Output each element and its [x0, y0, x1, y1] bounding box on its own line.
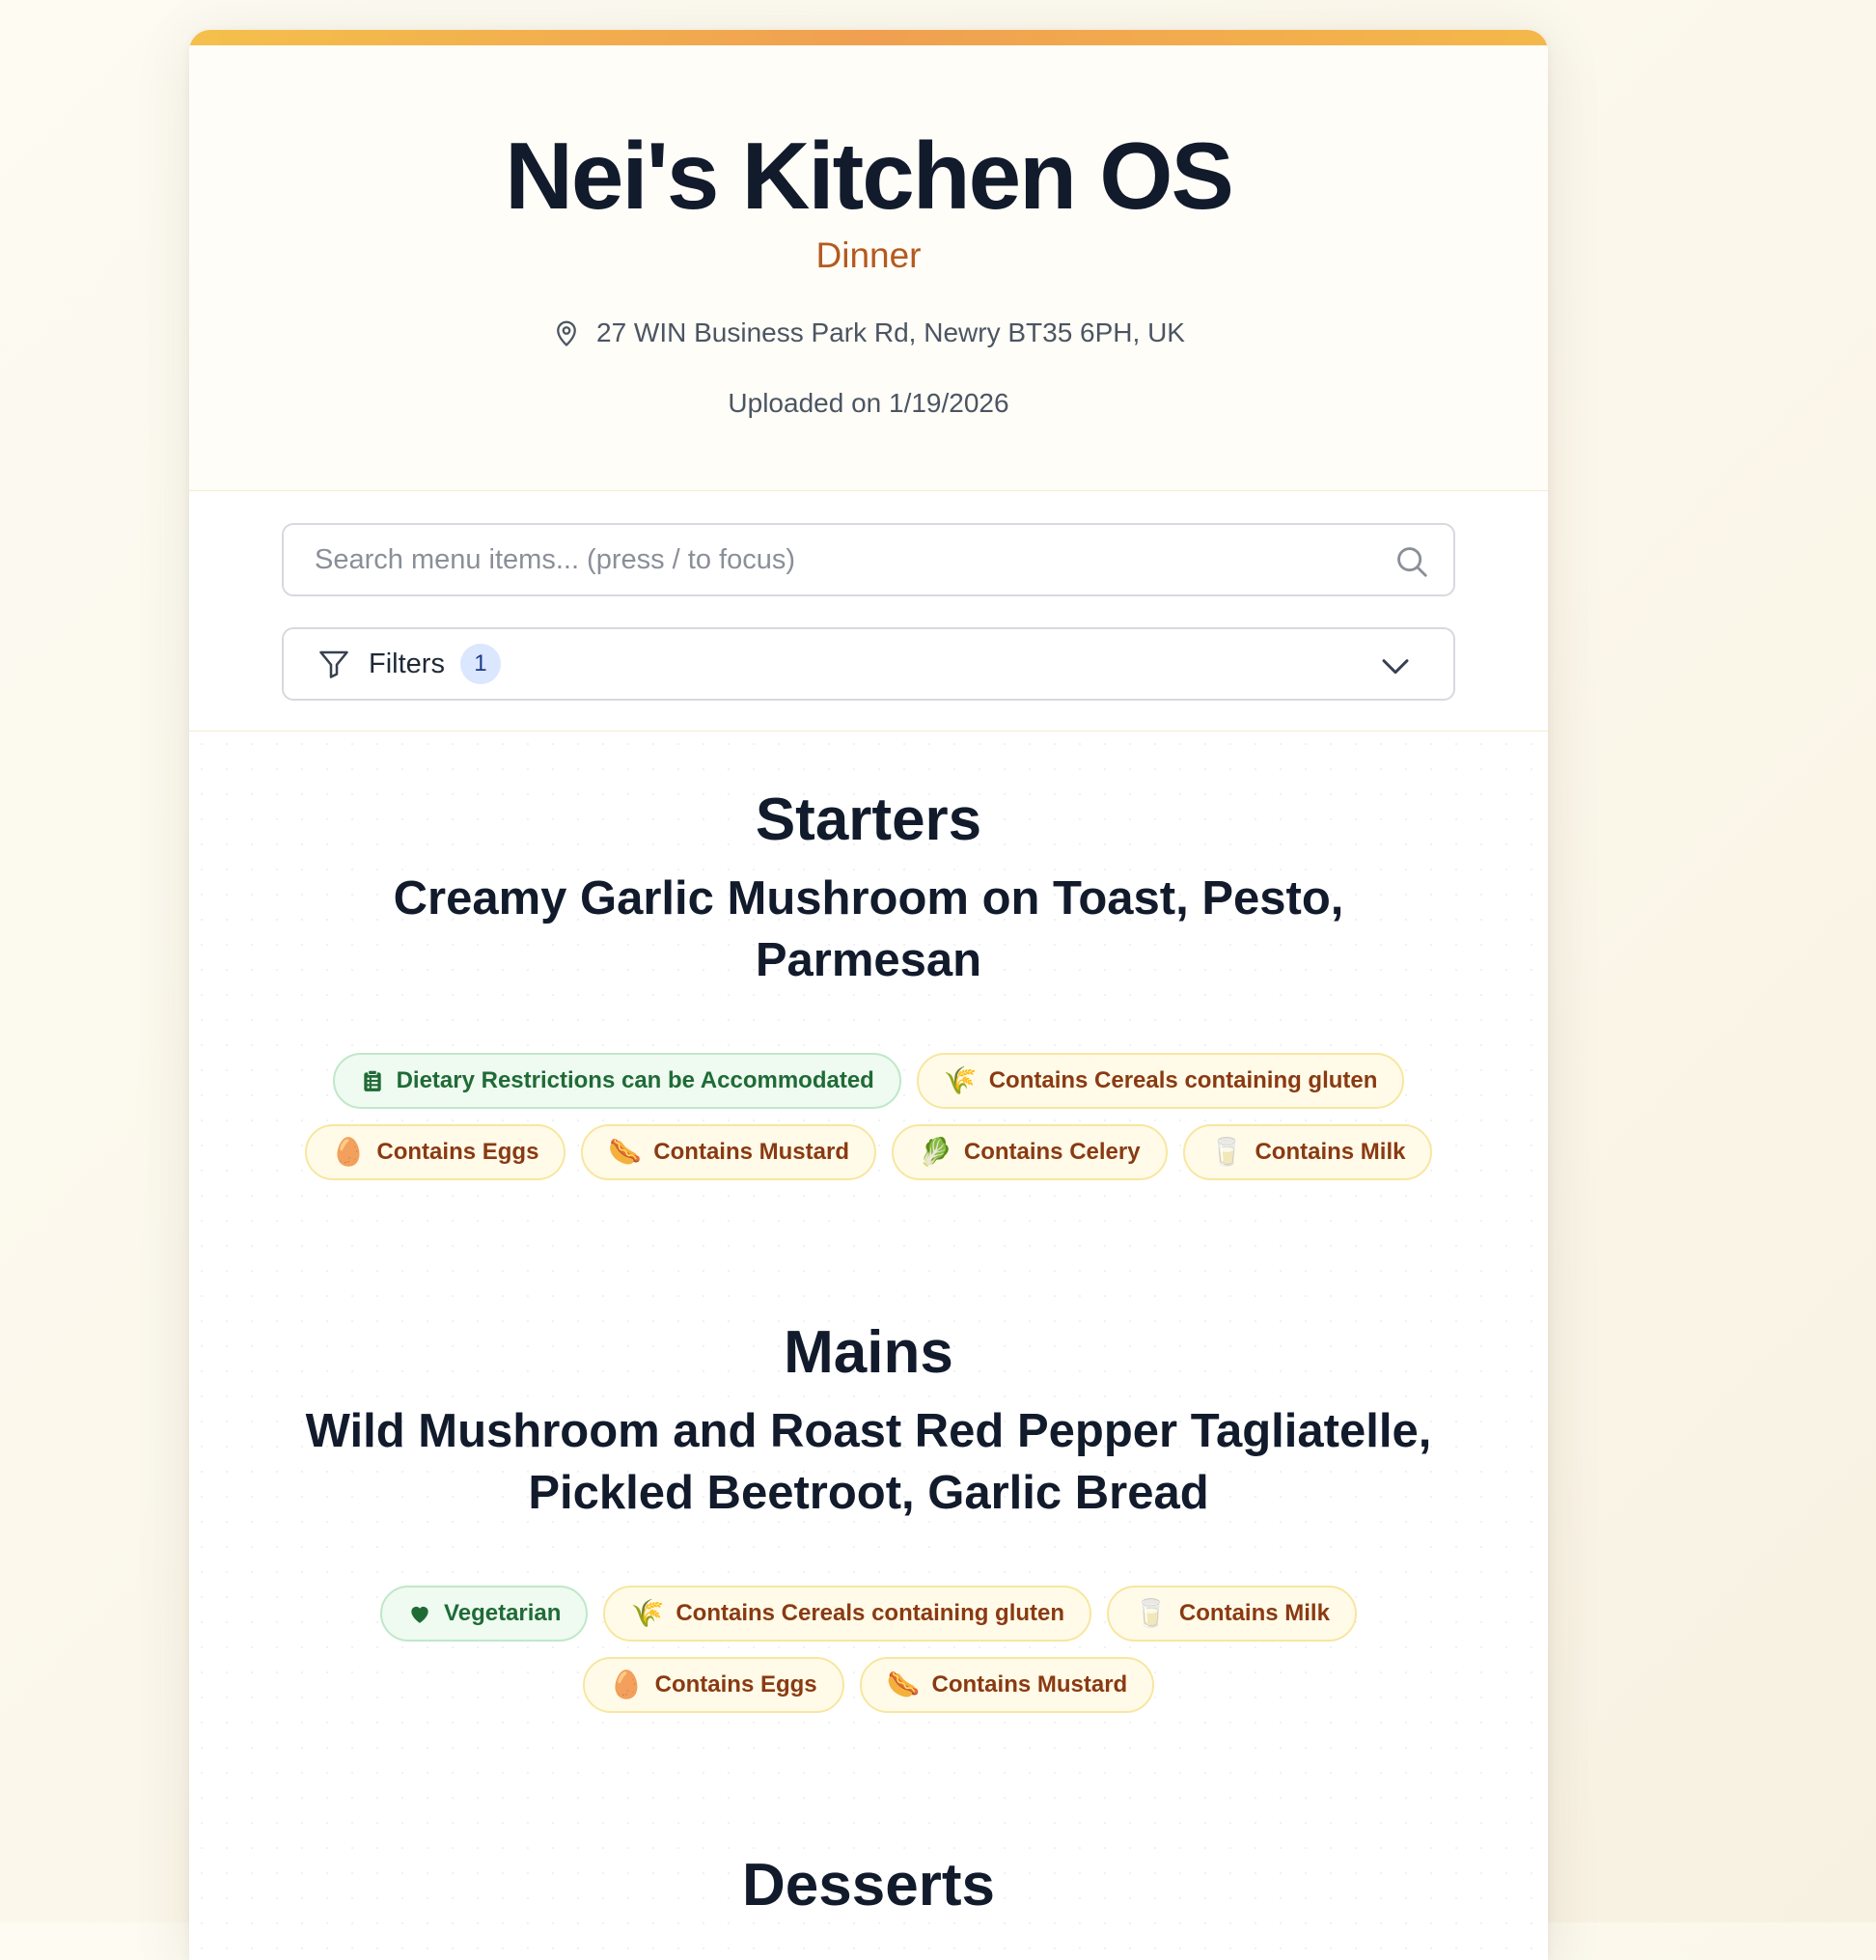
address-text: 27 WIN Business Park Rd, Newry BT35 6PH,… — [596, 317, 1185, 347]
tag-label: Contains Milk — [1178, 1600, 1330, 1626]
menu-header: Nei's Kitchen OS Dinner 27 WIN Business … — [189, 45, 1548, 491]
allergen-tag: 🌭 Contains Mustard — [859, 1657, 1155, 1713]
menu-sections: Starters Creamy Garlic Mushroom on Toast… — [189, 732, 1548, 1960]
menu-item-name: Creamy Garlic Mushroom on Toast, Pesto, … — [393, 872, 1344, 986]
filters-toggle[interactable]: Filters 1 — [282, 627, 1455, 701]
allergen-tag: 🥚 Contains Eggs — [582, 1657, 844, 1713]
uploaded-date: Uploaded on 1/19/2026 — [728, 388, 1009, 418]
item-tags: Vegetarian 🌾 Contains Cereals containing… — [286, 1586, 1451, 1713]
dietary-tag: Dietary Restrictions can be Accommodated — [332, 1053, 901, 1109]
search-box — [282, 523, 1455, 596]
search-icon[interactable] — [1393, 543, 1430, 580]
dietary-tag: Vegetarian — [380, 1586, 589, 1642]
leafy-green-icon: 🥬 — [918, 1137, 952, 1167]
wheat-icon: 🌾 — [630, 1598, 665, 1628]
tag-label: Dietary Restrictions can be Accommodated — [396, 1067, 874, 1093]
allergen-tag: 🥚 Contains Eggs — [304, 1124, 566, 1180]
allergen-tag: 🥛 Contains Milk — [1107, 1586, 1357, 1642]
egg-icon: 🥚 — [331, 1137, 366, 1167]
tag-label: Contains Eggs — [654, 1671, 817, 1698]
allergen-tag: 🌭 Contains Mustard — [581, 1124, 876, 1180]
funnel-icon — [319, 650, 348, 678]
address-line: 27 WIN Business Park Rd, Newry BT35 6PH,… — [189, 318, 1548, 347]
filters-count-badge: 1 — [459, 644, 501, 684]
allergen-tag: 🥛 Contains Milk — [1182, 1124, 1433, 1180]
tag-label: Contains Milk — [1255, 1139, 1406, 1165]
search-filter-controls: Filters 1 — [189, 491, 1548, 732]
map-pin-icon — [557, 320, 576, 346]
section-title-desserts: Desserts — [742, 1852, 995, 1919]
tag-label: Vegetarian — [444, 1600, 562, 1626]
egg-icon: 🥚 — [609, 1670, 644, 1699]
wheat-icon: 🌾 — [943, 1065, 978, 1095]
tag-label: Contains Eggs — [376, 1139, 539, 1165]
menu-subtitle: Dinner — [815, 235, 922, 275]
allergen-tag: 🌾 Contains Cereals containing gluten — [916, 1053, 1405, 1109]
heart-icon — [411, 1606, 428, 1623]
section-title-starters: Starters — [755, 787, 982, 853]
hotdog-icon: 🌭 — [608, 1137, 643, 1167]
milk-glass-icon: 🥛 — [1134, 1598, 1168, 1628]
allergen-tag: 🌾 Contains Cereals containing gluten — [603, 1586, 1092, 1642]
section-title-mains: Mains — [784, 1319, 953, 1386]
tag-label: Contains Cereals containing gluten — [988, 1067, 1378, 1093]
search-input[interactable] — [315, 525, 1357, 594]
item-tags: Dietary Restrictions can be Accommodated… — [286, 1053, 1451, 1180]
page-title: Nei's Kitchen OS — [505, 123, 1234, 229]
menu-card: Nei's Kitchen OS Dinner 27 WIN Business … — [189, 30, 1548, 1960]
tag-label: Contains Cereals containing gluten — [676, 1600, 1065, 1626]
tag-label: Contains Celery — [963, 1139, 1141, 1165]
milk-glass-icon: 🥛 — [1209, 1137, 1244, 1167]
clipboard-icon — [363, 1069, 381, 1091]
chevron-down-icon[interactable] — [1380, 652, 1411, 679]
tag-label: Contains Mustard — [931, 1671, 1128, 1698]
menu-item-name: Wild Mushroom and Roast Red Pepper Tagli… — [305, 1405, 1432, 1519]
accent-bar — [189, 30, 1548, 45]
hotdog-icon: 🌭 — [886, 1670, 921, 1699]
filters-label: Filters — [369, 648, 445, 679]
allergen-tag: 🥬 Contains Celery — [891, 1124, 1168, 1180]
tag-label: Contains Mustard — [653, 1139, 849, 1165]
